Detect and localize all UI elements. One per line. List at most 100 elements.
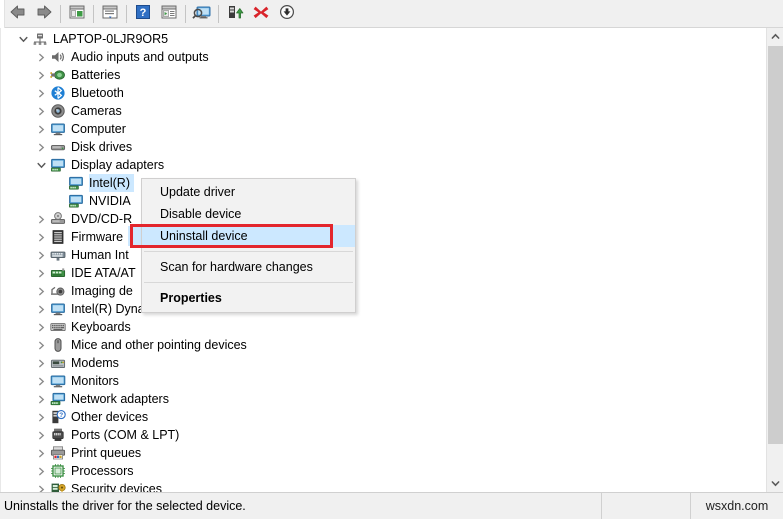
- hid-icon: [49, 246, 67, 264]
- scroll-down-button[interactable]: [767, 475, 783, 492]
- device-tree[interactable]: LAPTOP-0LJR9OR5 Audio inputs and outputs…: [1, 28, 767, 492]
- properties-button[interactable]: [97, 2, 123, 26]
- update-driver-button[interactable]: [222, 2, 248, 26]
- chevron-right-icon[interactable]: [33, 84, 49, 102]
- speaker-icon: [49, 48, 67, 66]
- computer-node-icon: [31, 30, 49, 48]
- ide-controller-icon: [49, 264, 67, 282]
- menu-item-disable-device[interactable]: Disable device: [142, 203, 355, 225]
- processor-icon: [49, 462, 67, 480]
- scrollbar-thumb[interactable]: [768, 46, 783, 444]
- tree-item-ports-com-lpt[interactable]: Ports (COM & LPT): [1, 426, 767, 444]
- tree-item-computer[interactable]: Computer: [1, 120, 767, 138]
- forward-button[interactable]: [31, 2, 57, 26]
- tree-item-label: Computer: [71, 122, 126, 136]
- chevron-right-icon[interactable]: [33, 408, 49, 426]
- help-button[interactable]: ?: [130, 2, 156, 26]
- tree-item-print-queues[interactable]: Print queues: [1, 444, 767, 462]
- tree-item-label: Firmware: [71, 230, 124, 244]
- tree-item-label: Cameras: [71, 104, 122, 118]
- monitor-scan-icon: [192, 4, 212, 23]
- tree-item-batteries[interactable]: Batteries: [1, 66, 767, 84]
- tree-item-ide-ata-at[interactable]: IDE ATA/AT: [1, 264, 767, 282]
- menu-item-scan-for-hardware-changes[interactable]: Scan for hardware changes: [142, 256, 355, 278]
- chevron-right-icon[interactable]: [33, 462, 49, 480]
- uninstall-device-button[interactable]: [248, 2, 274, 26]
- vertical-scrollbar[interactable]: [766, 28, 783, 492]
- tree-item-label: Display adapters: [71, 158, 165, 172]
- chevron-down-icon[interactable]: [33, 156, 49, 174]
- chevron-right-icon[interactable]: [33, 300, 49, 318]
- chevron-right-icon[interactable]: [33, 282, 49, 300]
- action-button[interactable]: [156, 2, 182, 26]
- tree-item-label: Modems: [71, 356, 119, 370]
- tree-item-label: Mice and other pointing devices: [71, 338, 247, 352]
- context-menu[interactable]: Update driver Disable device Uninstall dev…: [141, 178, 356, 313]
- tree-item-label: Ports (COM & LPT): [71, 428, 180, 442]
- tree-item-security-devices[interactable]: Security devices: [1, 480, 767, 492]
- chevron-right-icon[interactable]: [33, 264, 49, 282]
- chevron-right-icon[interactable]: [33, 318, 49, 336]
- chevron-right-icon[interactable]: [33, 480, 49, 492]
- chevron-right-icon[interactable]: [33, 102, 49, 120]
- disable-device-button[interactable]: [274, 2, 300, 26]
- tree-item-monitors[interactable]: Monitors: [1, 372, 767, 390]
- tree-item-label: Keyboards: [71, 320, 131, 334]
- tree-item-label: Intel(R): [89, 174, 134, 192]
- tree-item-network-adapters[interactable]: Network adapters: [1, 390, 767, 408]
- tree-item-cameras[interactable]: Cameras: [1, 102, 767, 120]
- scan-for-hardware-changes-button[interactable]: [189, 2, 215, 26]
- scroll-up-button[interactable]: [767, 28, 783, 45]
- tree-item-label: Audio inputs and outputs: [71, 50, 209, 64]
- tree-item-label: DVD/CD-R: [71, 212, 133, 226]
- chevron-right-icon[interactable]: [33, 246, 49, 264]
- tree-item-other-devices[interactable]: ? Other devices: [1, 408, 767, 426]
- back-button[interactable]: [5, 2, 31, 26]
- tree-item-display-adapters[interactable]: Display adapters: [1, 156, 767, 174]
- tree-item-intel-r-dynamic-platform-and-thermal-framework[interactable]: Intel(R) Dynamic Platform and Thermal Fr…: [1, 300, 767, 318]
- properties-window-icon: [101, 4, 119, 23]
- show-hide-console-tree-button[interactable]: [64, 2, 90, 26]
- selection-highlight-bleed: [128, 226, 142, 246]
- right-arrow-icon: [35, 4, 53, 23]
- menu-item-update-driver[interactable]: Update driver: [142, 181, 355, 203]
- chevron-right-icon[interactable]: [33, 372, 49, 390]
- menu-item-properties[interactable]: Properties: [142, 287, 355, 309]
- chevron-right-icon[interactable]: [33, 390, 49, 408]
- tree-item-processors[interactable]: Processors: [1, 462, 767, 480]
- tree-item-human-int[interactable]: Human Int: [1, 246, 767, 264]
- chevron-right-icon[interactable]: [33, 120, 49, 138]
- tree-item-bluetooth[interactable]: Bluetooth: [1, 84, 767, 102]
- tree-item-firmware[interactable]: Firmware: [1, 228, 767, 246]
- tree-item-audio-inputs-and-outputs[interactable]: Audio inputs and outputs: [1, 48, 767, 66]
- tree-item-root[interactable]: LAPTOP-0LJR9OR5: [1, 30, 767, 48]
- chevron-right-icon[interactable]: [33, 336, 49, 354]
- tree-item-imaging-de[interactable]: Imaging de: [1, 282, 767, 300]
- chevron-right-icon[interactable]: [33, 444, 49, 462]
- menu-separator: [144, 282, 353, 283]
- tree-item-modems[interactable]: Modems: [1, 354, 767, 372]
- down-arrow-circle-icon: [278, 4, 296, 23]
- tree-item-nvidia[interactable]: NVIDIA: [1, 192, 767, 210]
- tree-item-dvd-cd-r[interactable]: DVD/CD-R: [1, 210, 767, 228]
- menu-item-uninstall-device[interactable]: Uninstall device: [142, 225, 355, 247]
- chevron-right-icon[interactable]: [33, 228, 49, 246]
- chevron-right-icon[interactable]: [33, 48, 49, 66]
- tree-item-intel-r[interactable]: Intel(R): [1, 174, 767, 192]
- tree-item-disk-drives[interactable]: Disk drives: [1, 138, 767, 156]
- watermark: wsxdn.com: [691, 493, 783, 519]
- tree-item-label: Processors: [71, 464, 134, 478]
- tree-item-keyboards[interactable]: Keyboards: [1, 318, 767, 336]
- chevron-right-icon[interactable]: [33, 426, 49, 444]
- chevron-right-icon[interactable]: [33, 66, 49, 84]
- tree-item-label: Security devices: [71, 482, 163, 492]
- chevron-down-icon[interactable]: [15, 30, 31, 48]
- tree-item-mice-and-other-pointing-devices[interactable]: Mice and other pointing devices: [1, 336, 767, 354]
- chevron-right-icon[interactable]: [33, 138, 49, 156]
- mouse-icon: [49, 336, 67, 354]
- chevron-right-icon[interactable]: [33, 354, 49, 372]
- network-adapter-icon: [49, 390, 67, 408]
- chevron-right-icon[interactable]: [33, 210, 49, 228]
